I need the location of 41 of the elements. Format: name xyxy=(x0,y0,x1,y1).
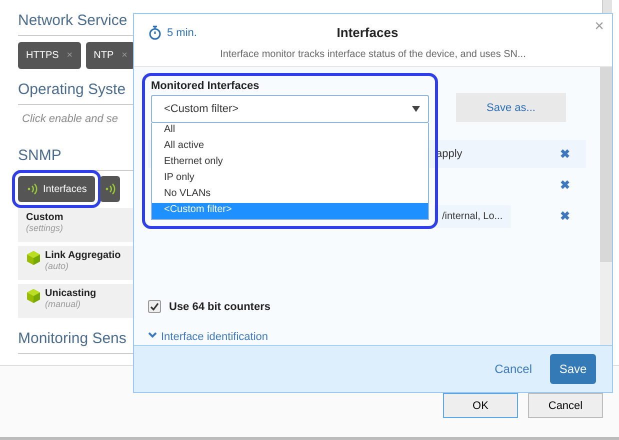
profile-card[interactable]: Unicasting (manual) xyxy=(18,284,133,318)
dialog-title: Interfaces xyxy=(336,25,398,40)
save-button[interactable]: Save xyxy=(550,354,596,384)
caret-icon xyxy=(412,106,420,112)
card-title: Custom xyxy=(26,212,64,223)
tag-chip[interactable]: HTTPS × xyxy=(18,42,81,69)
card-subtitle: (auto) xyxy=(45,261,70,271)
dropdown-option[interactable]: All active xyxy=(152,139,428,155)
cancel-button[interactable]: Cancel xyxy=(488,361,538,377)
card-title: Unicasting xyxy=(45,288,96,299)
cube-icon xyxy=(26,250,41,266)
interval-label: 5 min. xyxy=(148,25,197,40)
dropdown-option[interactable]: No VLANs xyxy=(152,187,428,203)
field-label: Monitored Interfaces xyxy=(151,80,260,92)
checkbox-label: Use 64 bit counters xyxy=(169,300,270,312)
card-subtitle: (settings) xyxy=(26,223,64,233)
checkbox[interactable] xyxy=(148,300,161,313)
filter-value: /internal, Lo... xyxy=(434,204,511,228)
dropdown-option[interactable]: All xyxy=(152,123,428,139)
dropdown-option[interactable]: IP only xyxy=(152,171,428,187)
tag-chip[interactable]: NTP × xyxy=(86,42,136,69)
cube-icon xyxy=(26,288,41,304)
scrollbar[interactable] xyxy=(600,67,612,345)
section-link[interactable]: Interface identification xyxy=(148,331,586,343)
save-as-button[interactable]: Save as... xyxy=(456,93,566,122)
signal-icon xyxy=(104,183,116,195)
stopwatch-icon xyxy=(148,25,162,40)
filter-dropdown[interactable]: <Custom filter> xyxy=(151,95,429,123)
signal-icon xyxy=(26,183,38,195)
profile-card[interactable]: Custom (settings) xyxy=(18,208,133,242)
snmp-button[interactable] xyxy=(100,176,120,202)
dropdown-option[interactable]: Ethernet only xyxy=(152,155,428,171)
dialog-button[interactable]: Cancel xyxy=(528,393,603,418)
dialog-button[interactable]: OK xyxy=(443,393,518,418)
card-subtitle: (manual) xyxy=(45,299,82,309)
dialog-description: Interface monitor tracks interface status of the device, and uses SN... xyxy=(219,48,527,62)
card-title: Link Aggregatio xyxy=(45,250,121,261)
chevron-icon xyxy=(148,331,157,339)
hint-text: Click enable and se xyxy=(21,112,120,127)
profile-card[interactable]: Link Aggregatio (auto) xyxy=(18,246,133,280)
snmp-button[interactable]: Interfaces xyxy=(18,176,95,202)
